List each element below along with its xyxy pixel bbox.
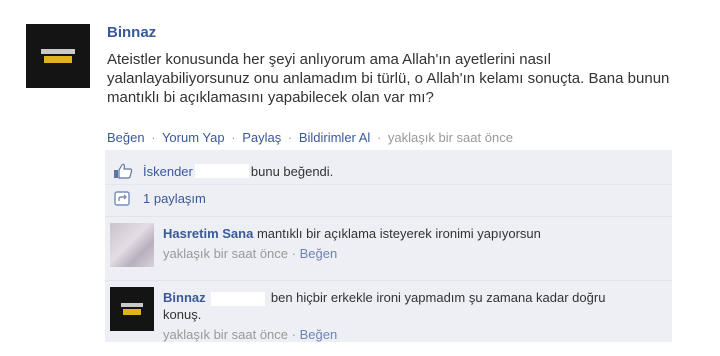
separator: ·	[231, 130, 236, 145]
separator: ·	[291, 246, 296, 261]
redacted-area	[194, 164, 249, 178]
comment-author[interactable]: Binnaz	[163, 290, 206, 305]
comment-like-link[interactable]: Beğen	[300, 327, 338, 342]
like-link[interactable]: Beğen	[107, 130, 145, 145]
comment-timestamp[interactable]: yaklaşık bir saat önce	[163, 246, 288, 261]
separator: ·	[151, 130, 156, 145]
shares-count-link[interactable]: 1 paylaşım	[143, 191, 206, 206]
commenter-avatar[interactable]	[110, 223, 154, 267]
share-link[interactable]: Paylaş	[242, 130, 281, 145]
post-author-name[interactable]: Binnaz	[107, 24, 156, 41]
comment-body: Hasretim Sana mantıklı bir açıklama iste…	[163, 225, 643, 262]
comment-text: mantıklı bir açıklama isteyerek ironimi …	[256, 226, 541, 241]
separator: ·	[287, 130, 293, 145]
post-author-avatar[interactable]	[26, 24, 90, 88]
shares-row: 1 paylaşım	[105, 184, 672, 212]
comment-meta: yaklaşık bir saat önce · Beğen	[163, 245, 643, 262]
comment-item: Binnaz ben hiçbir erkekle ironi yapmadım…	[105, 280, 672, 342]
post-action-bar: Beğen · Yorum Yap · Paylaş · Bildirimler…	[107, 130, 513, 145]
comment-body: Binnaz ben hiçbir erkekle ironi yapmadım…	[163, 289, 643, 343]
likes-suffix: bunu beğendi.	[250, 163, 334, 179]
separator: ·	[291, 327, 296, 342]
comment-like-link[interactable]: Beğen	[300, 246, 338, 261]
redacted-area	[211, 291, 266, 306]
post-message: Ateistler konusunda her şeyi anlıyorum a…	[107, 51, 670, 106]
comment-author[interactable]: Hasretim Sana	[163, 226, 253, 241]
liker-name[interactable]: İskender	[143, 164, 193, 179]
comment-item: Hasretim Sana mantıklı bir açıklama iste…	[105, 216, 672, 278]
comment-link[interactable]: Yorum Yap	[162, 130, 225, 145]
comment-meta: yaklaşık bir saat önce · Beğen	[163, 326, 643, 343]
thumbs-up-icon	[114, 163, 133, 179]
likes-row: İskender bunu beğendi.	[105, 152, 672, 182]
comment-timestamp[interactable]: yaklaşık bir saat önce	[163, 327, 288, 342]
separator: ·	[376, 130, 382, 145]
notifications-link[interactable]: Bildirimler Al	[299, 130, 371, 145]
commenter-avatar[interactable]	[110, 287, 154, 331]
post-timestamp[interactable]: yaklaşık bir saat önce	[388, 130, 513, 145]
avatar-logo-image	[38, 45, 78, 67]
share-icon	[114, 190, 130, 206]
avatar-logo-image	[121, 303, 143, 315]
feedback-box: İskender bunu beğendi. 1 paylaşım Hasret…	[105, 150, 672, 342]
